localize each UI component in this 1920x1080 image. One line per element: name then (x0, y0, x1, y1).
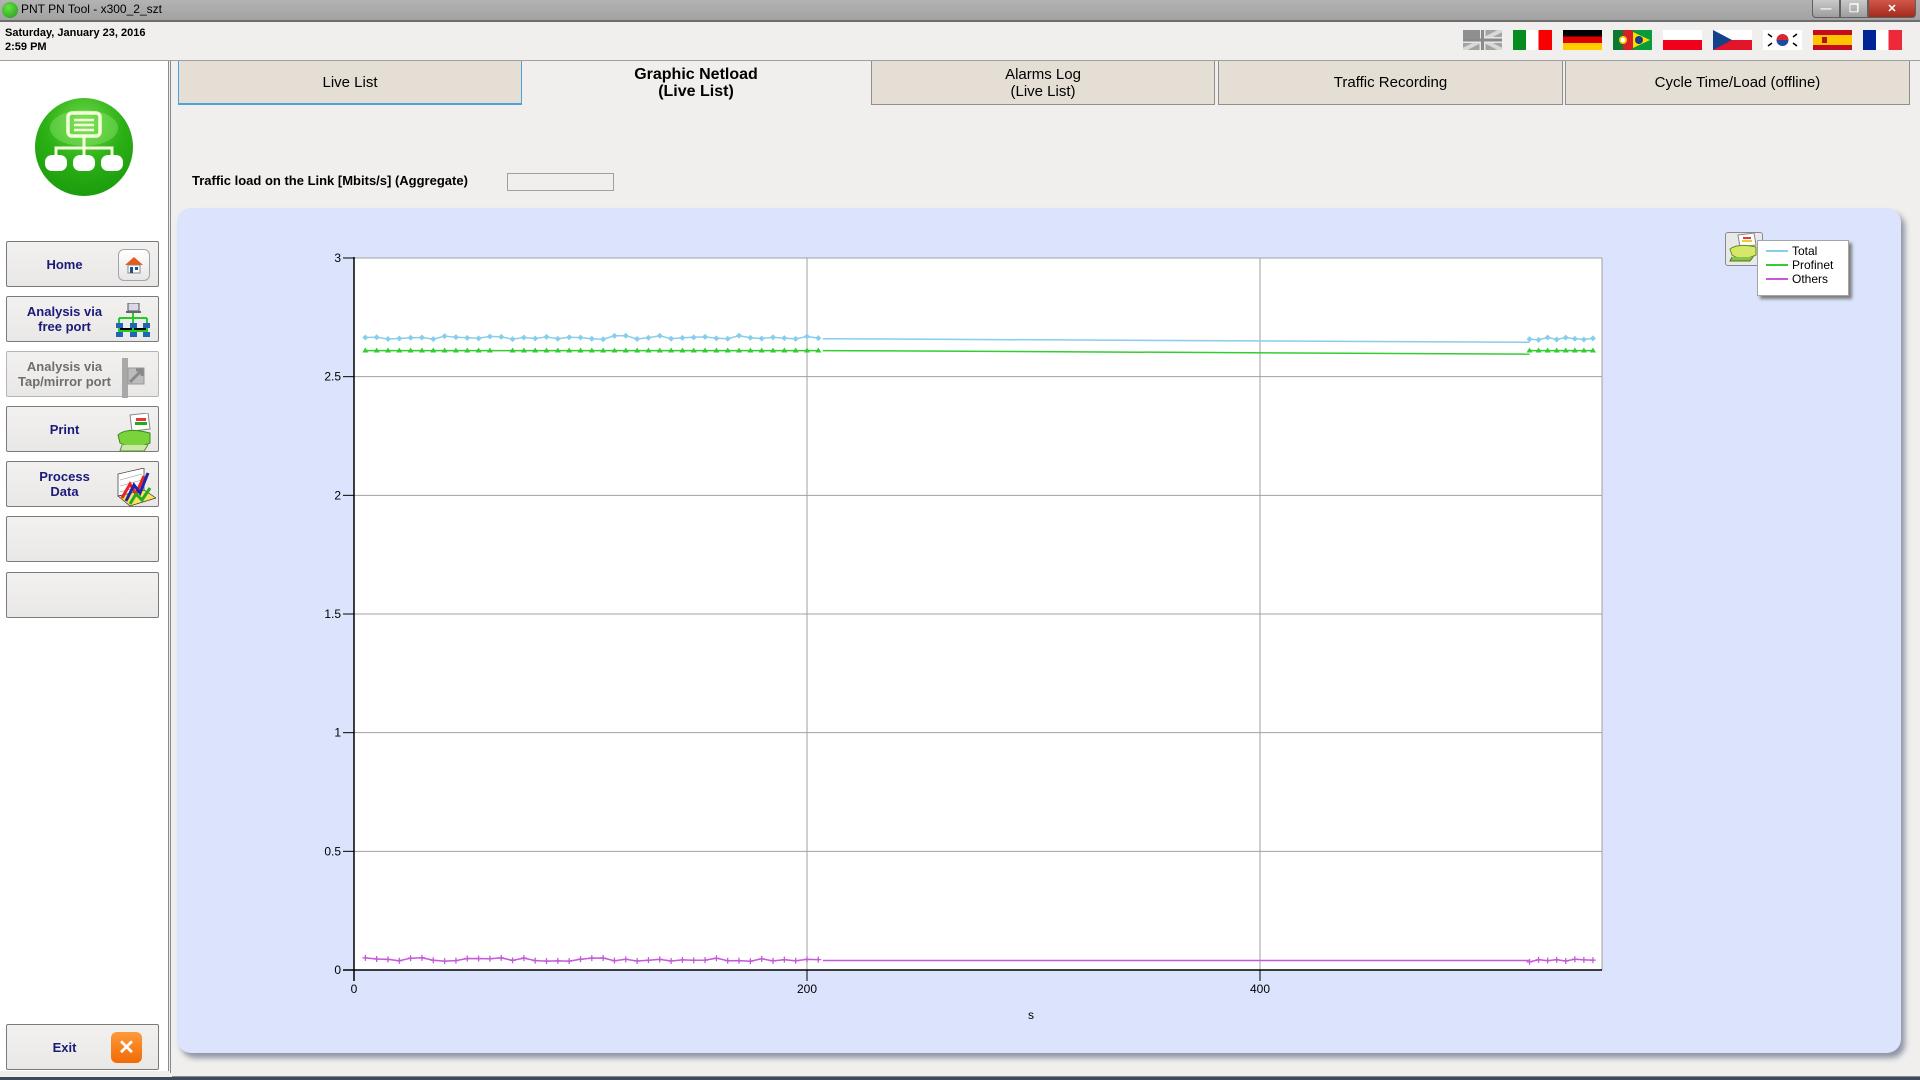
legend-swatch (1766, 264, 1788, 266)
tab-label: Traffic Recording (1333, 74, 1448, 91)
close-icon: ✕ (111, 1032, 142, 1063)
exit-button-label: Exit (52, 1039, 77, 1055)
chart-panel (177, 208, 1901, 1053)
empty-sidebar-button-2[interactable] (6, 572, 159, 618)
print-button[interactable]: Print (6, 406, 159, 452)
sidebar-divider (170, 61, 171, 1073)
legend-label: Total (1792, 244, 1818, 258)
analysis-free-port-label: Analysis via free port (26, 304, 103, 334)
legend-item-profinet: Profinet (1766, 258, 1833, 272)
chart-legend: Total Profinet Others (1757, 240, 1849, 296)
home-button-label: Home (46, 256, 83, 272)
legend-item-total: Total (1766, 244, 1817, 258)
tap-port-icon (116, 358, 150, 398)
legend-label: Others (1792, 272, 1829, 286)
minimize-button[interactable]: — (1812, 0, 1840, 18)
minimize-icon: — (1820, 2, 1832, 15)
tab-label: Live List (322, 73, 378, 91)
tab-label: Cycle Time/Load (offline) (1654, 74, 1821, 91)
polish-flag-icon[interactable] (1663, 30, 1702, 50)
traffic-load-label: Traffic load on the Link [Mbits/s] (Aggr… (192, 173, 468, 188)
german-flag-icon[interactable] (1563, 30, 1602, 50)
process-data-label: Process Data (39, 469, 90, 499)
analysis-free-port-button[interactable]: Analysis via free port (6, 296, 159, 342)
window-title: PNT PN Tool - x300_2_szt (21, 2, 162, 16)
korean-flag-icon[interactable] (1763, 30, 1802, 50)
legend-swatch (1766, 278, 1788, 280)
tab-label: Alarms Log (Live List) (1005, 65, 1081, 100)
print-button-label: Print (49, 421, 80, 437)
portuguese-brazilian-flag-icon[interactable] (1613, 30, 1652, 50)
legend-item-others: Others (1766, 272, 1828, 286)
tab-traffic-recording[interactable]: Traffic Recording (1218, 61, 1563, 105)
restore-button[interactable]: ❐ (1840, 0, 1868, 18)
current-time: 2:59 PM (5, 41, 47, 53)
current-date: Saturday, January 23, 2016 (5, 27, 146, 39)
process-data-button[interactable]: Process Data (6, 461, 159, 507)
home-icon (118, 249, 150, 281)
tab-alarms-log[interactable]: Alarms Log (Live List) (871, 61, 1215, 105)
legend-swatch (1766, 250, 1788, 252)
empty-button-label (7, 573, 122, 617)
empty-button-label (7, 517, 122, 561)
network-logo-icon (35, 98, 133, 196)
home-button[interactable]: Home (6, 241, 159, 287)
spanish-flag-icon[interactable] (1813, 30, 1852, 50)
3d-chart-icon (116, 467, 157, 507)
czech-flag-icon[interactable] (1713, 30, 1752, 50)
restore-icon: ❐ (1849, 3, 1859, 15)
sidebar: Home Analysis via free port Analysis via… (0, 61, 169, 1071)
italian-flag-icon[interactable] (1513, 30, 1552, 50)
exit-button[interactable]: Exit ✕ (6, 1024, 159, 1070)
window-title-bar: PNT PN Tool - x300_2_szt — ❐ ✕ (0, 0, 1920, 22)
network-topology-icon (116, 302, 150, 337)
analysis-tap-mirror-port-label: Analysis via Tap/mirror port (18, 359, 111, 389)
legend-label: Profinet (1792, 258, 1834, 272)
traffic-load-value-field (507, 173, 614, 191)
close-icon: ✕ (1887, 3, 1897, 15)
tab-cycle-time-load[interactable]: Cycle Time/Load (offline) (1565, 61, 1910, 105)
english-flag-icon[interactable] (1463, 30, 1502, 50)
app-icon (2, 2, 18, 18)
tab-live-list[interactable]: Live List (178, 61, 522, 105)
printer-icon (116, 412, 151, 452)
language-selector (1463, 30, 1902, 50)
close-window-button[interactable]: ✕ (1868, 0, 1916, 18)
tab-graphic-netload[interactable]: Graphic Netload (Live List) (522, 61, 870, 105)
analysis-tap-mirror-port-button[interactable]: Analysis via Tap/mirror port (6, 351, 159, 398)
date-time-display: Saturday, January 23, 2016 2:59 PM (5, 26, 145, 54)
empty-sidebar-button-1[interactable] (6, 516, 159, 562)
tab-label: Graphic Netload (Live List) (634, 66, 758, 100)
french-flag-icon[interactable] (1863, 30, 1902, 50)
